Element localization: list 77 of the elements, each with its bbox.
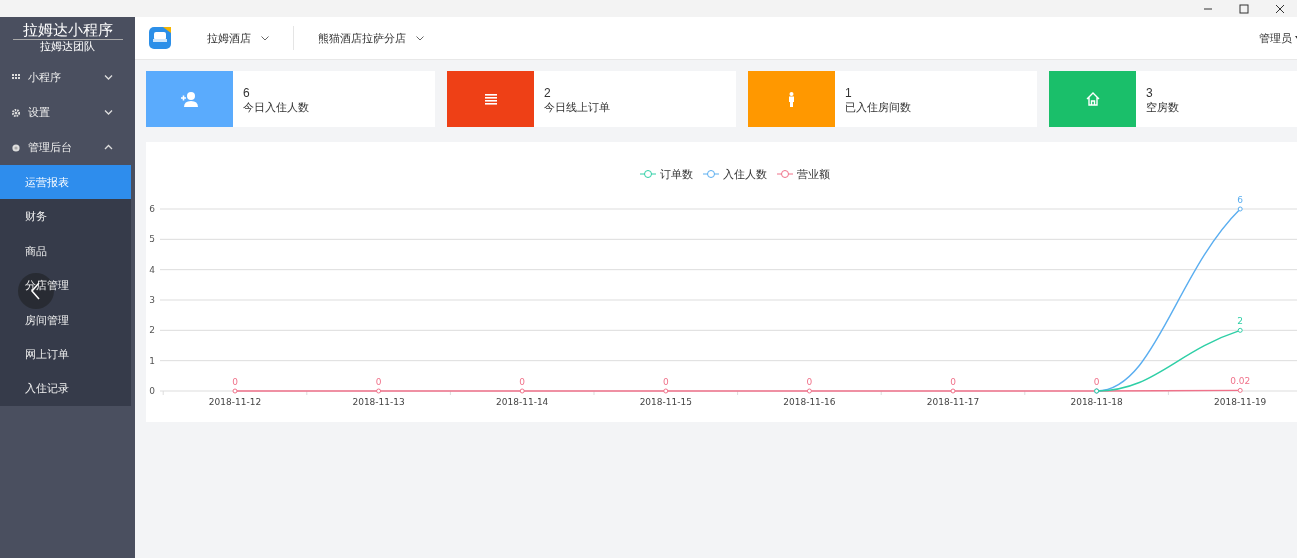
menu-item[interactable]: 管理后台 (0, 130, 135, 165)
submenu-item[interactable]: 房间管理 (0, 302, 131, 337)
submenu-item[interactable]: 财务 (0, 199, 131, 234)
grid-icon (12, 73, 20, 82)
data-label: 0 (950, 377, 956, 387)
chevron-up-icon (104, 144, 113, 151)
legend-label[interactable]: 营业额 (797, 168, 830, 181)
x-tick-label: 2018-11-15 (639, 397, 692, 407)
data-point (950, 388, 956, 394)
data-label: 0 (806, 377, 813, 387)
stat-value: 3 (1146, 86, 1154, 100)
data-point (1237, 327, 1243, 333)
user-menu[interactable]: 管理员 (1259, 30, 1297, 46)
stat-label: 今日入住人数 (243, 100, 309, 114)
submenu-item[interactable]: 入住记录 (0, 371, 131, 406)
list-icon (484, 93, 497, 105)
stat-value: 6 (243, 86, 251, 100)
submenu-item[interactable]: 网上订单 (0, 336, 131, 372)
data-label: 6 (1237, 195, 1244, 205)
y-tick-label: 0 (149, 386, 155, 396)
x-tick-label: 2018-11-18 (1070, 397, 1123, 407)
menu-item[interactable]: 设置 (0, 95, 135, 130)
chevron-down-icon (261, 35, 269, 41)
chevron-down-icon (104, 109, 113, 116)
maximize-icon[interactable] (1239, 3, 1249, 14)
data-point (232, 388, 238, 394)
x-tick-label: 2018-11-16 (783, 397, 836, 407)
stat-value: 1 (845, 86, 853, 100)
x-tick-label: 2018-11-19 (1214, 397, 1267, 407)
data-label: 0 (519, 377, 526, 387)
home-icon (1085, 92, 1100, 106)
store-dropdown[interactable]: 熊猫酒店拉萨分店 (306, 30, 436, 46)
data-point (1237, 387, 1243, 393)
add-user-icon (181, 91, 198, 107)
y-tick-label: 4 (149, 264, 155, 275)
legend-line-icon[interactable] (776, 170, 794, 178)
legend-line-icon[interactable] (702, 170, 720, 178)
stat-label: 今日线上订单 (544, 100, 610, 114)
chevron-down-icon (104, 74, 113, 81)
y-tick-label: 1 (149, 355, 155, 366)
y-tick-label: 2 (149, 325, 155, 336)
data-label: 0 (662, 377, 669, 387)
data-label: 2 (1237, 316, 1244, 327)
stat-value: 2 (544, 86, 552, 100)
data-point (806, 388, 812, 394)
gear-icon (12, 108, 20, 117)
person-icon (788, 91, 795, 107)
store-dropdown[interactable]: 拉姆酒店 (195, 30, 281, 46)
data-point (663, 388, 669, 394)
x-tick-label: 2018-11-12 (208, 397, 262, 407)
x-tick-label: 2018-11-13 (352, 397, 405, 407)
team-name: 拉姆达团队 (40, 40, 95, 53)
y-tick-label: 3 (149, 295, 155, 305)
chevron-down-icon (416, 35, 424, 41)
data-label: 0 (375, 377, 382, 387)
data-point (1237, 206, 1243, 212)
app-title: 拉姆达小程序 (12, 21, 123, 40)
y-tick-label: 5 (149, 234, 155, 245)
circle-icon (12, 143, 20, 152)
menu-item[interactable]: 小程序 (0, 60, 135, 95)
y-tick-label: 6 (149, 204, 155, 214)
legend-label[interactable]: 入住人数 (723, 168, 767, 181)
x-tick-label: 2018-11-14 (496, 397, 549, 407)
stat-label: 空房数 (1146, 100, 1179, 114)
legend-line-icon[interactable] (639, 170, 657, 178)
data-label: 0.02 (1230, 376, 1251, 387)
data-point (376, 388, 382, 394)
data-label: 0 (1093, 377, 1100, 387)
submenu-item[interactable]: 分店管理 (0, 268, 131, 303)
app-logo-icon (149, 27, 171, 49)
legend-label[interactable]: 订单数 (660, 168, 693, 181)
stat-label: 已入住房间数 (845, 100, 911, 114)
x-tick-label: 2018-11-17 (926, 397, 980, 407)
data-point (519, 388, 525, 394)
submenu-item[interactable]: 商品 (0, 233, 131, 269)
data-label: 0 (232, 377, 238, 387)
close-icon[interactable] (1275, 3, 1285, 14)
